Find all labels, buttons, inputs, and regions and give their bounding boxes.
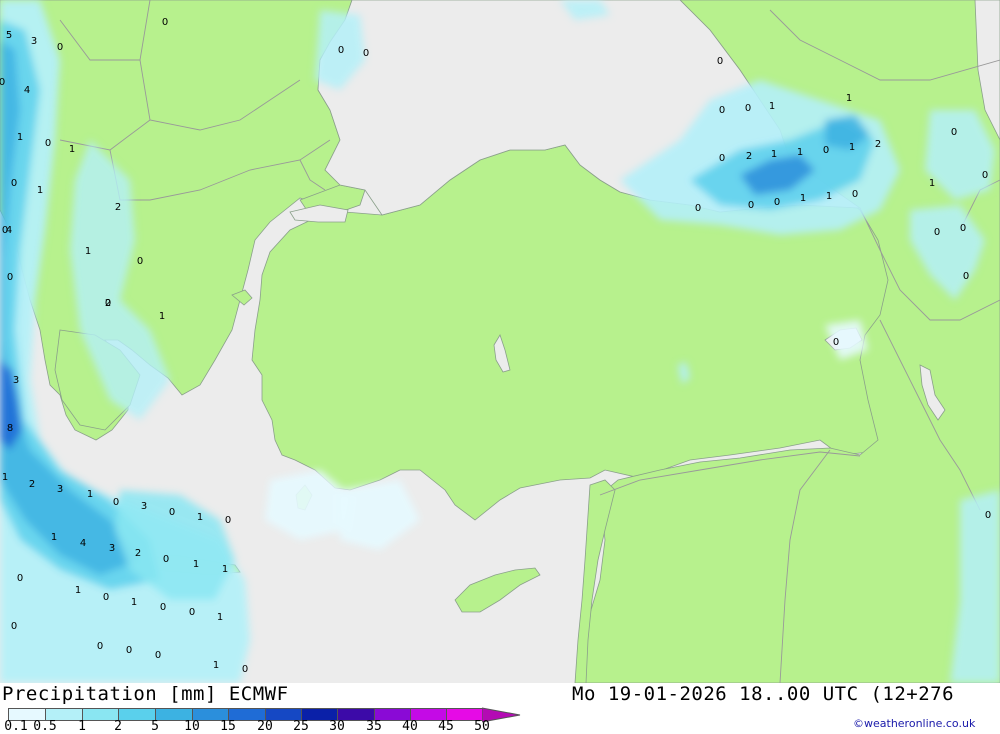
precip-value-label: 1 [2, 472, 8, 483]
legend-tick-label: 2 [114, 719, 122, 734]
precip-value-label: 4 [6, 225, 12, 236]
legend-tick-label: 20 [257, 719, 273, 734]
precip-value-label: 0 [155, 650, 161, 661]
legend-tick-label: 0.1 [4, 719, 28, 734]
precip-value-label: 0 [982, 170, 988, 181]
precip-value-label: 2 [105, 298, 111, 309]
precip-value-label: 3 [13, 375, 19, 386]
precip-value-label: 1 [826, 191, 832, 202]
precip-value-label: 1 [37, 185, 43, 196]
precip-value-label: 0 [363, 48, 369, 59]
precip-value-label: 0 [823, 145, 829, 156]
precip-value-label: 1 [85, 246, 91, 257]
precip-value-label: 1 [75, 585, 81, 596]
precip-value-label: 0 [0, 77, 5, 88]
precip-value-label: 0 [748, 200, 754, 211]
precip-value-label: 0 [189, 607, 195, 618]
legend-tick-label: 25 [293, 719, 309, 734]
precipitation-map: 5 3 0 0 1 4 0 1 0 1 0 0 2 4 1 0 0 2 1 3 8 1 2 3 1 0 3 0 1 0 1 4 3 2 0 1 1 0 1 0… [0, 0, 1000, 683]
precip-value-label: 1 [193, 559, 199, 570]
precip-value-label: 1 [217, 612, 223, 623]
precip-value-label: 3 [141, 501, 147, 512]
precip-value-label: 0 [985, 510, 991, 521]
map-title: Precipitation [mm] ECMWF [2, 683, 289, 705]
precip-value-label: 0 [242, 664, 248, 675]
precip-value-label: 0 [960, 223, 966, 234]
precip-value-label: 3 [31, 36, 37, 47]
precip-value-label: 1 [800, 193, 806, 204]
precip-value-label: 0 [17, 573, 23, 584]
legend-tick-label: 30 [329, 719, 345, 734]
precip-value-label: 1 [771, 149, 777, 160]
precip-value-label: 1 [222, 564, 228, 575]
legend-tick-label: 1 [78, 719, 86, 734]
precip-value-label: 0 [7, 272, 13, 283]
precip-value-label: 0 [951, 127, 957, 138]
precip-value-label: 2 [135, 548, 141, 559]
precip-value-label: 1 [769, 101, 775, 112]
precip-value-label: 2 [875, 139, 881, 150]
precip-value-label: 0 [11, 178, 17, 189]
precip-value-label: 0 [719, 153, 725, 164]
precip-value-label: 1 [131, 597, 137, 608]
precip-value-label: 0 [137, 256, 143, 267]
precip-value-label: 4 [80, 538, 86, 549]
precip-value-label: 2 [746, 151, 752, 162]
precip-value-label: 1 [213, 660, 219, 671]
precip-value-label: 0 [338, 45, 344, 56]
valid-time: Mo 19-01-2026 18..00 UTC (12+276 [572, 683, 955, 705]
legend-tick-label: 5 [151, 719, 159, 734]
precip-value-label: 0 [45, 138, 51, 149]
precip-value-label: 0 [719, 105, 725, 116]
precip-value-label: 0 [126, 645, 132, 656]
precip-value-label: 0 [934, 227, 940, 238]
precip-value-label: 0 [163, 554, 169, 565]
precip-value-label: 1 [849, 142, 855, 153]
precip-value-label: 4 [24, 85, 30, 96]
precip-value-label: 2 [29, 479, 35, 490]
precip-value-label: 0 [113, 497, 119, 508]
legend-tick-label: 15 [220, 719, 236, 734]
color-legend: 0.1 0.5 1 2 5 10 15 20 25 30 35 40 45 50 [0, 705, 530, 734]
precip-value-label: 0 [745, 103, 751, 114]
legend-tick-label: 0.5 [33, 719, 57, 734]
precip-value-label: 0 [160, 602, 166, 613]
precip-value-label: 1 [159, 311, 165, 322]
precip-value-label: 1 [17, 132, 23, 143]
legend-tick-label: 50 [474, 719, 490, 734]
precip-value-label: 0 [225, 515, 231, 526]
precip-value-label: 3 [109, 543, 115, 554]
precip-value-label: 1 [69, 144, 75, 155]
precip-value-label: 0 [695, 203, 701, 214]
legend-tick-label: 10 [184, 719, 200, 734]
precip-value-label: 0 [852, 189, 858, 200]
legend-tick-label: 35 [366, 719, 382, 734]
precip-value-label: 0 [169, 507, 175, 518]
legend-tick-label: 40 [402, 719, 418, 734]
precip-value-label: 0 [103, 592, 109, 603]
legend-tick-label: 45 [438, 719, 454, 734]
precip-value-label: 5 [6, 30, 12, 41]
precip-value-label: 0 [11, 621, 17, 632]
precip-value-label: 0 [963, 271, 969, 282]
precip-value-label: 1 [797, 147, 803, 158]
precip-value-label: 3 [57, 484, 63, 495]
precip-value-label: 1 [51, 532, 57, 543]
precip-value-label: 0 [162, 17, 168, 28]
precip-value-label: 0 [833, 337, 839, 348]
precip-value-label: 1 [929, 178, 935, 189]
credit-link[interactable]: ©weatheronline.co.uk [853, 717, 975, 730]
precip-value-label: 1 [87, 489, 93, 500]
precip-value-label: 0 [774, 197, 780, 208]
precip-value-label: 0 [97, 641, 103, 652]
precip-value-label: 0 [717, 56, 723, 67]
precip-value-label: 0 [57, 42, 63, 53]
precip-value-label: 8 [7, 423, 13, 434]
precip-value-label: 1 [846, 93, 852, 104]
precip-value-label: 1 [197, 512, 203, 523]
precip-value-label: 2 [115, 202, 121, 213]
